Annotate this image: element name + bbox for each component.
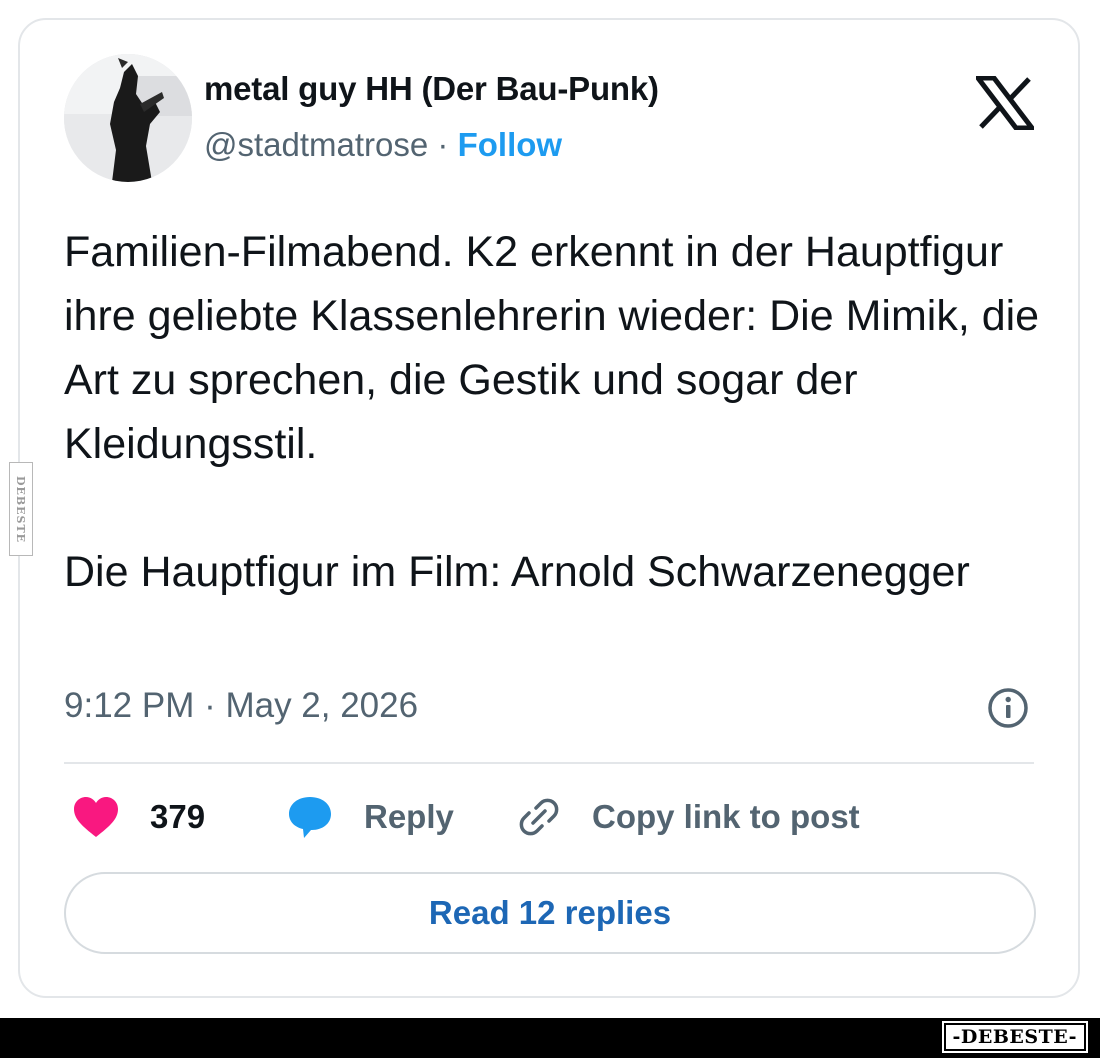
read-replies-label: Read 12 replies [428,894,672,931]
author-handle[interactable]: @stadtmatrose [204,126,428,163]
link-icon [519,798,559,836]
follow-link[interactable]: Follow [458,126,562,163]
side-watermark: DEBESTE [9,462,33,556]
reply-label: Reply [364,798,454,835]
tweet-card: metal guy HH (Der Bau-Punk) @stadtmatros… [18,18,1080,998]
divider [64,762,1034,764]
like-count: 379 [150,798,206,835]
heart-icon [74,797,118,837]
x-logo-icon[interactable] [972,75,1038,131]
read-replies-button[interactable]: Read 12 replies [64,872,1036,954]
copy-link-button[interactable]: Copy link to post [516,790,860,844]
reply-button[interactable]: Reply [286,790,454,844]
speech-bubble-icon [289,797,331,838]
footer-watermark-logo: -DEBESTE- [941,1021,1089,1053]
action-bar: 379 Reply Copy link to post [64,790,1054,844]
handle-row: @stadtmatrose · Follow [204,126,562,164]
info-icon[interactable] [986,686,1030,730]
side-watermark-text: DEBESTE [14,475,28,543]
tweet-paragraph-1: Familien-Filmabend. K2 erkennt in der Ha… [64,228,1040,468]
footer-watermark-text: -DEBESTE- [952,1026,1077,1048]
copy-link-label: Copy link to post [592,798,860,835]
footer-bar: -DEBESTE- [0,1018,1100,1058]
tweet-paragraph-2: Die Hauptfigur im Film: Arnold Schwarzen… [64,548,970,596]
handle-separator: · [437,126,449,163]
author-name[interactable]: metal guy HH (Der Bau-Punk) [204,70,659,108]
like-button[interactable]: 379 [72,790,205,844]
avatar[interactable] [64,54,192,182]
tweet-text: Familien-Filmabend. K2 erkennt in der Ha… [64,220,1054,604]
tweet-timestamp[interactable]: 9:12 PM · May 2, 2026 [64,686,418,726]
avatar-image [64,54,192,182]
